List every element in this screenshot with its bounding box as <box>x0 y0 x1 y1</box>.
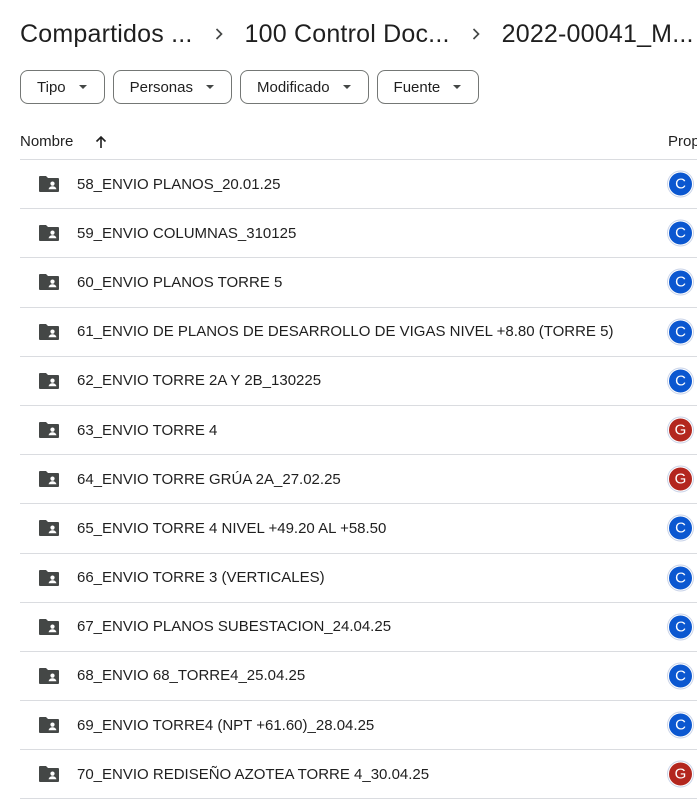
file-name: 61_ENVIO DE PLANOS DE DESARROLLO DE VIGA… <box>77 323 614 341</box>
file-list: 58_ENVIO PLANOS_20.01.25 C 59_ENVIO COLUMN… <box>20 160 697 799</box>
table-header: Nombre Prop <box>20 124 697 160</box>
shared-folder-icon <box>39 225 59 242</box>
table-row[interactable]: 58_ENVIO PLANOS_20.01.25 C <box>20 160 697 210</box>
drive-file-browser: Compartidos ... 100 Control Doc... 2022-… <box>0 0 697 799</box>
file-name: 68_ENVIO 68_TORRE4_25.04.25 <box>77 667 306 685</box>
owner-avatar[interactable]: C <box>668 565 693 591</box>
column-header-name-label: Nombre <box>20 133 74 150</box>
file-name: 59_ENVIO COLUMNAS_310125 <box>77 224 297 242</box>
caret-down-icon <box>206 85 214 89</box>
owner-avatar[interactable]: C <box>668 319 693 345</box>
filter-modified-button[interactable]: Modificado <box>240 70 369 104</box>
file-name: 64_ENVIO TORRE GRÚA 2A_27.02.25 <box>77 470 341 488</box>
owner-avatar[interactable]: G <box>668 417 693 443</box>
table-row[interactable]: 70_ENVIO REDISEÑO AZOTEA TORRE 4_30.04.2… <box>20 750 697 799</box>
shared-folder-icon <box>39 323 59 340</box>
file-name: 67_ENVIO PLANOS SUBESTACION_24.04.25 <box>77 618 392 636</box>
filter-type-label: Tipo <box>37 78 66 96</box>
shared-folder-icon <box>39 372 59 389</box>
arrow-up-icon[interactable] <box>93 134 109 150</box>
owner-avatar[interactable]: C <box>668 269 693 295</box>
shared-folder-icon <box>39 274 59 291</box>
filter-bar: Tipo Personas Modificado Fuente <box>20 70 480 104</box>
shared-folder-icon <box>39 667 59 684</box>
shared-folder-icon <box>39 520 59 537</box>
shared-folder-icon <box>39 618 59 635</box>
shared-folder-icon <box>39 422 59 439</box>
filter-source-label: Fuente <box>393 78 441 96</box>
table-row[interactable]: 60_ENVIO PLANOS TORRE 5 C <box>20 258 697 308</box>
caret-down-icon <box>342 85 351 89</box>
shared-folder-icon <box>39 471 59 488</box>
filter-modified-label: Modificado <box>257 78 330 96</box>
column-header-name[interactable]: Nombre <box>20 133 109 150</box>
file-name: 58_ENVIO PLANOS_20.01.25 <box>77 175 281 193</box>
owner-avatar[interactable]: G <box>668 761 693 787</box>
table-row[interactable]: 59_ENVIO COLUMNAS_310125 C <box>20 209 697 259</box>
breadcrumb-item-control-doc[interactable]: 100 Control Doc... <box>245 20 450 49</box>
owner-avatar[interactable]: G <box>668 466 693 492</box>
shared-folder-icon <box>39 766 59 783</box>
owner-avatar[interactable]: C <box>668 614 693 640</box>
table-row[interactable]: 62_ENVIO TORRE 2A Y 2B_130225 C <box>20 357 697 406</box>
shared-folder-icon <box>39 176 59 193</box>
table-row[interactable]: 68_ENVIO 68_TORRE4_25.04.25 C <box>20 652 697 702</box>
filter-source-button[interactable]: Fuente <box>376 70 480 104</box>
owner-avatar[interactable]: C <box>668 663 693 689</box>
file-name: 70_ENVIO REDISEÑO AZOTEA TORRE 4_30.04.2… <box>77 765 430 783</box>
table-row[interactable]: 64_ENVIO TORRE GRÚA 2A_27.02.25 G <box>20 455 697 505</box>
table-row[interactable]: 66_ENVIO TORRE 3 (VERTICALES) C <box>20 554 697 603</box>
shared-folder-icon <box>39 569 59 586</box>
owner-avatar[interactable]: C <box>668 515 693 541</box>
table-row[interactable]: 67_ENVIO PLANOS SUBESTACION_24.04.25 C <box>20 603 697 652</box>
breadcrumb: Compartidos ... 100 Control Doc... 2022-… <box>20 14 694 54</box>
chevron-right-icon <box>450 23 502 46</box>
breadcrumb-item-current[interactable]: 2022-00041_M... <box>502 20 694 49</box>
file-name: 65_ENVIO TORRE 4 NIVEL +49.20 AL +58.50 <box>77 519 387 537</box>
breadcrumb-item-shared[interactable]: Compartidos ... <box>20 20 193 49</box>
owner-avatar[interactable]: C <box>668 368 693 394</box>
owner-avatar[interactable]: C <box>668 712 693 738</box>
file-name: 62_ENVIO TORRE 2A Y 2B_130225 <box>77 372 322 390</box>
table-row[interactable]: 63_ENVIO TORRE 4 G <box>20 406 697 456</box>
file-name: 60_ENVIO PLANOS TORRE 5 <box>77 273 283 291</box>
filter-people-label: Personas <box>129 78 193 96</box>
chevron-right-icon <box>193 23 245 46</box>
file-name: 63_ENVIO TORRE 4 <box>77 421 218 439</box>
table-row[interactable]: 61_ENVIO DE PLANOS DE DESARROLLO DE VIGA… <box>20 308 697 357</box>
owner-avatar[interactable]: C <box>668 220 693 246</box>
caret-down-icon <box>453 85 462 89</box>
file-name: 66_ENVIO TORRE 3 (VERTICALES) <box>77 569 325 587</box>
file-name: 69_ENVIO TORRE4 (NPT +61.60)_28.04.25 <box>77 716 375 734</box>
table-row[interactable]: 65_ENVIO TORRE 4 NIVEL +49.20 AL +58.50 C <box>20 504 697 554</box>
filter-type-button[interactable]: Tipo <box>20 70 105 104</box>
caret-down-icon <box>78 85 87 89</box>
column-header-owner[interactable]: Prop <box>668 133 697 150</box>
table-row[interactable]: 69_ENVIO TORRE4 (NPT +61.60)_28.04.25 C <box>20 701 697 751</box>
filter-people-button[interactable]: Personas <box>112 70 232 104</box>
owner-avatar[interactable]: C <box>668 171 693 197</box>
shared-folder-icon <box>39 717 59 734</box>
